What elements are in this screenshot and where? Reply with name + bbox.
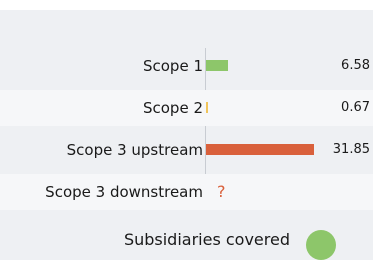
bar-scope-1 — [206, 60, 228, 71]
unknown-value-marker: ? — [217, 182, 226, 201]
bar-scope-2 — [206, 102, 208, 113]
subsidiaries-covered-label: Subsidiaries covered — [123, 230, 290, 249]
category-label: Scope 1 — [142, 57, 203, 75]
chart-row-scope-1: Scope 1 6.58 — [0, 48, 373, 84]
category-label: Scope 2 — [142, 99, 203, 117]
category-label: Scope 3 downstream — [45, 183, 203, 201]
value-label: 6.58 — [341, 58, 370, 73]
value-label: 31.85 — [332, 142, 370, 157]
category-label: Scope 3 upstream — [66, 141, 203, 159]
emissions-chart-panel: Scope 1 6.58 Scope 2 0.67 Scope 3 upstre… — [0, 10, 373, 260]
chart-row-scope-3-downstream: Scope 3 downstream ? — [0, 174, 373, 210]
chart-row-scope-2: Scope 2 0.67 — [0, 90, 373, 126]
chart-row-scope-3-upstream: Scope 3 upstream 31.85 — [0, 132, 373, 168]
bar-scope-3-upstream — [206, 144, 314, 155]
value-label: 0.67 — [341, 100, 370, 115]
subsidiaries-status-indicator — [306, 230, 336, 260]
